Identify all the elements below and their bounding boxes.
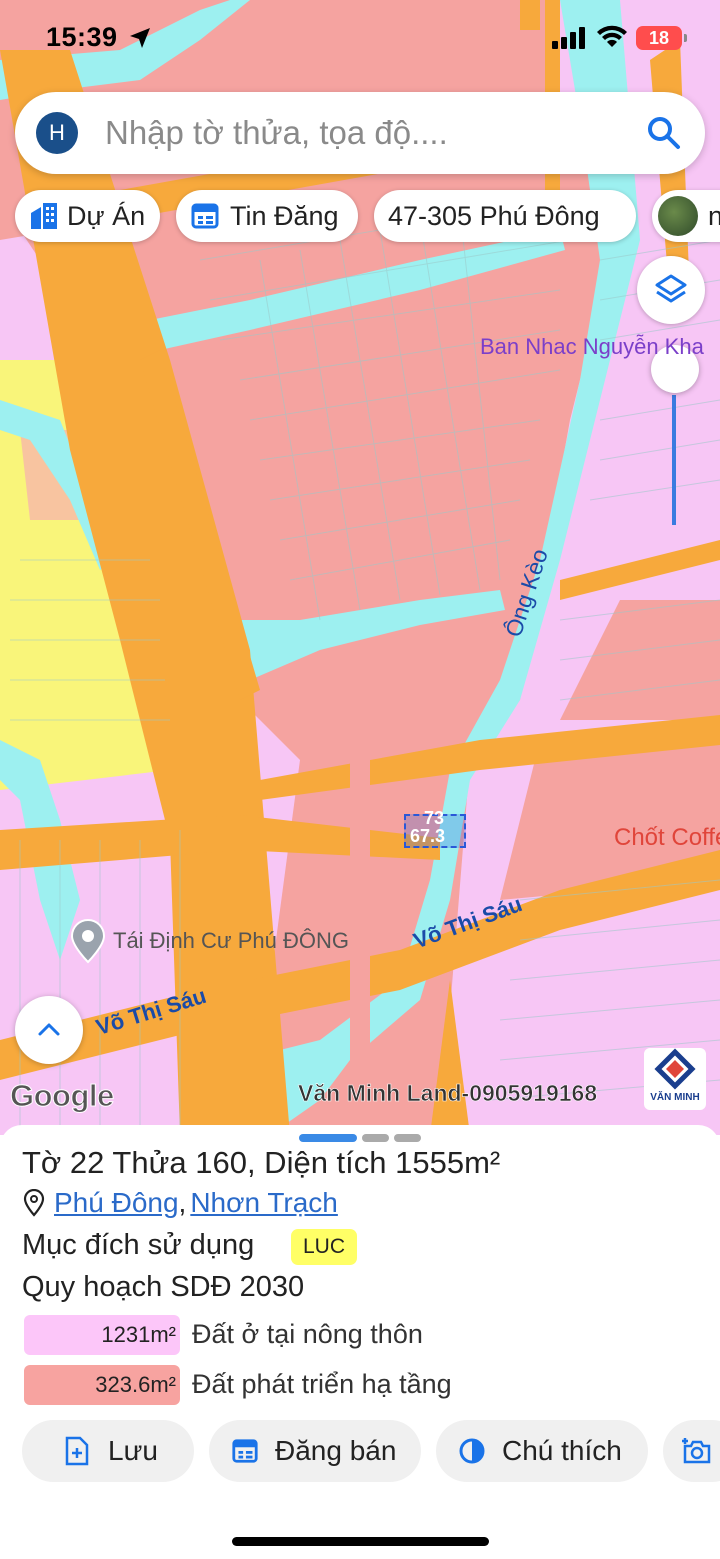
page-dot[interactable] <box>394 1134 421 1142</box>
legend-button-label: Chú thích <box>502 1435 622 1466</box>
chip-tin-dang-label: Tin Đăng <box>230 200 339 231</box>
chevron-up-icon <box>38 1023 60 1036</box>
chip-location[interactable]: 47-305 Phú Đông <box>374 190 636 242</box>
parcel-size-label: 67.3 <box>410 826 446 846</box>
map-label-ban-nhac[interactable]: Ban Nhac Nguyễn Kha <box>480 334 704 360</box>
title-prefix: Tờ <box>22 1145 70 1180</box>
avatar[interactable]: H <box>36 112 78 154</box>
status-bar: 15:39 18 <box>0 0 720 80</box>
search-icon[interactable] <box>645 114 683 152</box>
chip-du-an-label: Dự Án <box>67 200 146 231</box>
layers-icon <box>655 274 687 303</box>
search-input[interactable] <box>105 112 625 154</box>
parcel-label: Thửa <box>104 1145 196 1180</box>
battery-indicator: 18 <box>636 26 687 50</box>
chip-partial[interactable]: n <box>652 190 720 242</box>
chip-location-label: 47-305 Phú Đông <box>388 200 600 231</box>
contrast-icon <box>459 1438 485 1464</box>
zone-label: Đất phát triển hạ tầng <box>192 1369 452 1399</box>
zone-row: 323.6m² Đất phát triển hạ tầng <box>24 1365 704 1405</box>
legend-button[interactable]: Chú thích <box>436 1420 648 1482</box>
purpose-label: Mục đích sử dụng <box>22 1229 255 1261</box>
building-icon <box>31 203 57 229</box>
location-arrow-icon <box>130 28 150 48</box>
opacity-slider-track[interactable] <box>672 395 676 525</box>
watermark: Văn Minh Land-0905919168 <box>298 1080 598 1107</box>
location-separator: , <box>178 1187 187 1218</box>
calendar-icon <box>191 203 219 229</box>
purpose-code-badge: LUC <box>291 1229 357 1265</box>
post-sale-button[interactable]: Đăng bán <box>209 1420 421 1482</box>
parcel-number: 160 <box>195 1145 247 1180</box>
chip-partial-label: n <box>708 200 720 231</box>
area-value: 1555m² <box>395 1145 501 1180</box>
google-logo: Google <box>10 1078 115 1114</box>
home-indicator <box>232 1537 489 1546</box>
plan-title: Quy hoạch SDĐ 2030 <box>22 1271 305 1303</box>
chip-tin-dang[interactable]: Tin Đăng <box>176 190 358 242</box>
search-bar[interactable]: H <box>15 92 705 174</box>
map-label-chot-coffee[interactable]: Chốt Coffee <box>614 824 720 852</box>
add-file-icon <box>65 1436 89 1466</box>
sheet-number: 22 <box>69 1145 105 1180</box>
layers-button[interactable] <box>637 256 705 324</box>
zone-label: Đất ở tại nông thôn <box>192 1319 423 1349</box>
add-photo-icon <box>682 1438 711 1464</box>
parcel-title: Tờ 22 Thửa 160, Diện tích 1555m² <box>22 1145 500 1181</box>
wifi-icon <box>597 25 627 47</box>
expand-up-button[interactable] <box>15 996 83 1064</box>
map-label-tai-dinh-cu[interactable]: Tái Định Cư Phú ĐÔNG <box>113 928 349 954</box>
location-pin-icon <box>23 1189 45 1217</box>
post-sale-button-label: Đăng bán <box>275 1435 397 1466</box>
parcel-info-sheet[interactable]: Tờ 22 Thửa 160, Diện tích 1555m² Phú Đôn… <box>0 1125 720 1559</box>
chip-du-an[interactable]: Dự Án <box>15 190 160 242</box>
district-link[interactable]: Nhơn Trạch <box>190 1187 338 1219</box>
signal-icon <box>552 27 585 49</box>
van-minh-logo: VĂN MINH <box>644 1048 706 1110</box>
zone-area: 323.6m² <box>24 1365 180 1405</box>
area-label: , Diện tích <box>246 1145 396 1180</box>
page-dot-active[interactable] <box>299 1134 357 1142</box>
calendar-icon <box>232 1439 258 1463</box>
zone-row: 1231m² Đất ở tại nông thôn <box>24 1315 704 1355</box>
zone-area: 1231m² <box>24 1315 180 1355</box>
save-button[interactable]: Lưu <box>22 1420 194 1482</box>
location-line: Phú Đông, Nhơn Trạch <box>22 1187 338 1219</box>
page-dot[interactable] <box>362 1134 389 1142</box>
van-minh-logo-text: VĂN MINH <box>650 1092 700 1103</box>
app: 15:39 18 H Dự Án <box>0 0 720 1559</box>
van-minh-logo-mark-icon <box>654 1048 696 1090</box>
thumbnail-image <box>658 196 698 236</box>
camera-button[interactable] <box>663 1420 720 1482</box>
place-pin-icon[interactable] <box>68 918 108 964</box>
save-button-label: Lưu <box>108 1435 158 1466</box>
commune-link[interactable]: Phú Đông <box>54 1187 179 1219</box>
status-time: 15:39 <box>46 22 118 52</box>
